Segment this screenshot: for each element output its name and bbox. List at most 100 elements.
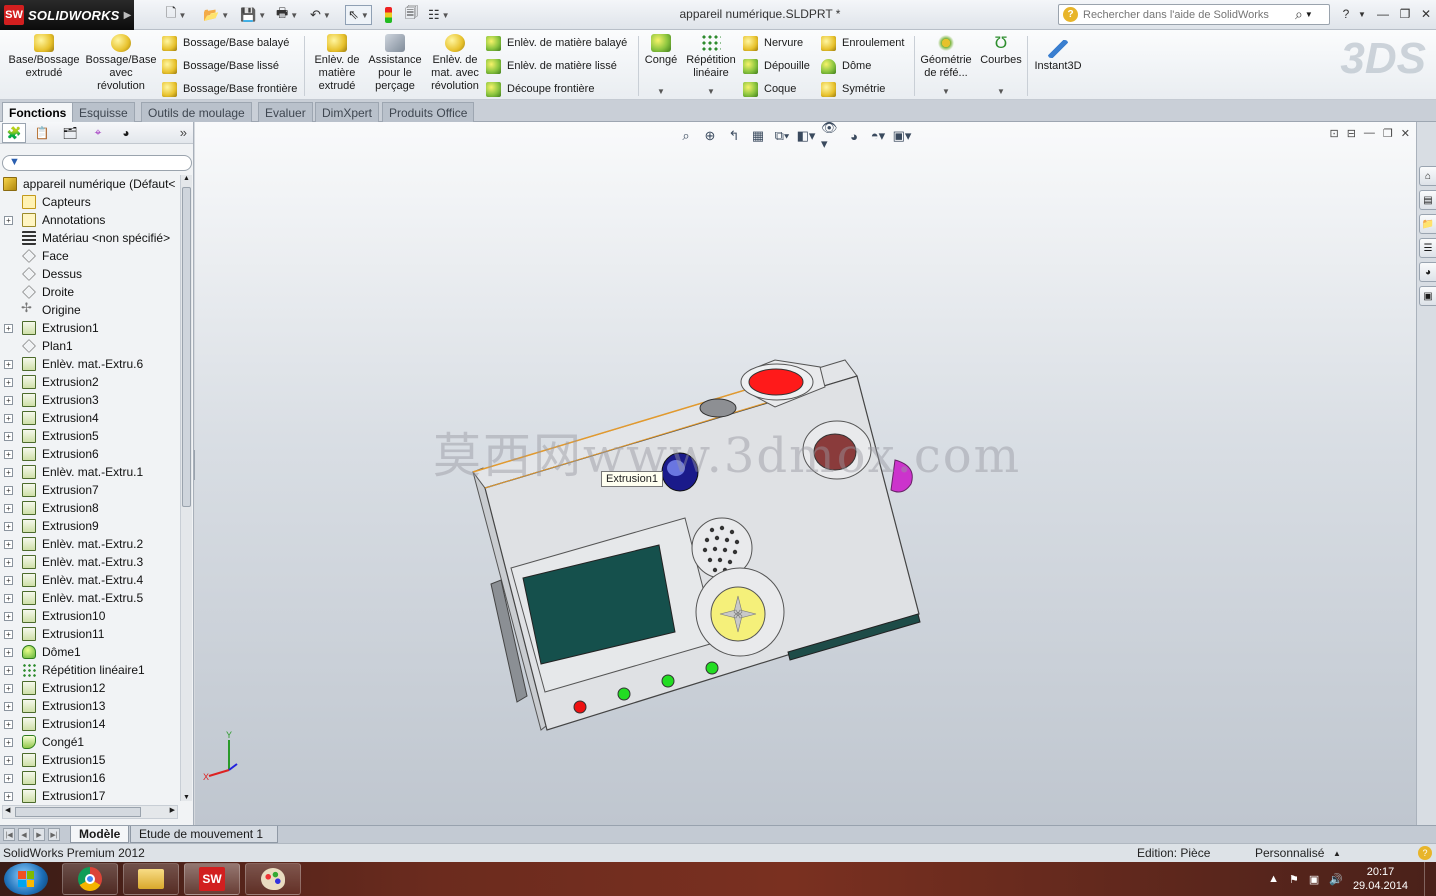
tab-fonctions[interactable]: Fonctions — [2, 102, 74, 122]
swept-boss-button[interactable]: Bossage/Base balayé — [162, 34, 289, 52]
view-palette-tab[interactable]: ☰ — [1419, 238, 1436, 258]
configuration-manager-tab[interactable]: 🗂 — [58, 123, 82, 143]
tree-item[interactable]: + Extrusion4 — [0, 409, 180, 427]
tree-item[interactable]: + Extrusion8 — [0, 499, 180, 517]
taskbar-paint[interactable] — [245, 863, 301, 895]
expand-toggle-icon[interactable]: + — [4, 701, 13, 711]
tree-item[interactable]: Capteurs — [0, 193, 180, 211]
show-desktop-button[interactable] — [1424, 862, 1436, 896]
display-manager-tab[interactable]: ◕ — [114, 123, 138, 143]
hole-wizard-button[interactable]: Assistance pour le perçage — [366, 34, 424, 93]
chevron-down-icon[interactable]: ▼ — [1305, 10, 1313, 19]
feature-tree-tab[interactable]: 🧩 — [2, 122, 26, 143]
lofted-boss-button[interactable]: Bossage/Base lissé — [162, 57, 279, 75]
revolved-cut-button[interactable]: Enlèv. de mat. avec révolution — [426, 34, 484, 93]
fillet-dropdown-icon[interactable]: ▼ — [657, 87, 665, 96]
tree-item[interactable]: Plan1 — [0, 337, 180, 355]
taskbar-solidworks[interactable]: SW — [184, 863, 240, 895]
action-center-flag-icon[interactable]: ⚑ — [1289, 873, 1299, 886]
expand-toggle-icon[interactable]: + — [4, 449, 13, 459]
tree-item[interactable]: + Extrusion10 — [0, 607, 180, 625]
dome-button[interactable]: Dôme — [821, 57, 871, 75]
expand-toggle-icon[interactable]: + — [4, 647, 13, 657]
expand-toggle-icon[interactable]: + — [4, 215, 13, 225]
reference-geometry-button[interactable]: Géométrie de réfé... — [918, 34, 974, 80]
expand-toggle-icon[interactable]: + — [4, 791, 13, 801]
unit-system[interactable]: Personnalisé — [1255, 846, 1324, 860]
expand-toggle-icon[interactable]: + — [4, 485, 13, 495]
taskbar-clock[interactable]: 20:17 29.04.2014 — [1353, 865, 1408, 893]
instant3d-button[interactable]: Instant3D — [1032, 40, 1084, 73]
help-dropdown[interactable]: ▼ — [1353, 5, 1371, 23]
tree-item[interactable]: + Extrusion15 — [0, 751, 180, 769]
open-document-button[interactable]: 📂 ▼ — [203, 5, 229, 25]
boundary-cut-button[interactable]: Découpe frontière — [486, 80, 594, 98]
tree-item[interactable]: + Extrusion7 — [0, 481, 180, 499]
print-button[interactable]: 🖶 ▼ — [276, 5, 298, 25]
network-icon[interactable]: ▣ — [1309, 873, 1319, 886]
rebuild-button[interactable] — [385, 5, 392, 25]
wrap-button[interactable]: Enroulement — [821, 34, 904, 52]
restore-button[interactable]: ❐ — [1396, 5, 1414, 23]
scrollbar-thumb[interactable] — [182, 187, 191, 507]
expand-toggle-icon[interactable]: + — [4, 413, 13, 423]
fillet-button[interactable]: Congé — [642, 34, 680, 67]
curves-button[interactable]: Ʊ Courbes — [978, 34, 1024, 67]
design-library-tab[interactable]: ▤ — [1419, 190, 1436, 210]
tree-item[interactable]: + Extrusion3 — [0, 391, 180, 409]
graphics-area[interactable]: ⌕ ⊕ ↰ ▦ ⧉▾ ◧▾ 👁▾ ◕ ◓▾ ▣▾ ⊡ ⊟ — ❐ ✕ 莫西网ww… — [195, 122, 1416, 825]
more-tabs-icon[interactable]: » — [180, 125, 187, 140]
expand-toggle-icon[interactable]: + — [4, 629, 13, 639]
rib-button[interactable]: Nervure — [743, 34, 803, 52]
dimxpert-manager-tab[interactable]: ⌖ — [86, 123, 110, 143]
expand-toggle-icon[interactable]: + — [4, 755, 13, 765]
volume-icon[interactable]: 🔊 — [1329, 873, 1343, 886]
select-button[interactable]: ⇖ ▼ — [345, 5, 372, 25]
tree-item[interactable]: + Congé1 — [0, 733, 180, 751]
tree-item[interactable]: + Enlèv. mat.-Extru.5 — [0, 589, 180, 607]
power-button[interactable] — [748, 368, 804, 396]
tree-item[interactable]: + Extrusion6 — [0, 445, 180, 463]
solidworks-resources-tab[interactable]: ⌂ — [1419, 166, 1436, 186]
tree-item[interactable]: + Extrusion16 — [0, 769, 180, 787]
reference-geometry-dropdown-icon[interactable]: ▼ — [942, 87, 950, 96]
tree-item[interactable]: Origine — [0, 300, 180, 319]
tree-item[interactable]: + Enlèv. mat.-Extru.6 — [0, 355, 180, 373]
tab-outils-de-moulage[interactable]: Outils de moulage — [141, 102, 252, 122]
save-button[interactable]: 💾 ▼ — [240, 5, 266, 25]
shell-button[interactable]: Coque — [743, 80, 796, 98]
solidworks-menu-button[interactable]: SW SOLIDWORKS ▶ — [0, 0, 134, 30]
tray-expand-icon[interactable]: ▲ — [1268, 873, 1279, 885]
tree-item[interactable]: + Extrusion9 — [0, 517, 180, 535]
tree-item[interactable]: + Enlèv. mat.-Extru.3 — [0, 553, 180, 571]
new-document-button[interactable]: 🗋 ▼ — [166, 5, 186, 25]
expand-toggle-icon[interactable]: + — [4, 431, 13, 441]
minimize-button[interactable]: — — [1374, 5, 1392, 23]
previous-tab-icon[interactable]: ◀ — [18, 828, 30, 841]
appearances-tab[interactable]: ◕ — [1419, 262, 1436, 282]
next-tab-icon[interactable]: ▶ — [33, 828, 45, 841]
tree-item[interactable]: + Extrusion11 — [0, 625, 180, 643]
tree-item[interactable]: + Extrusion1 — [0, 319, 180, 337]
file-explorer-tab[interactable]: 📁 — [1419, 214, 1436, 234]
tree-item[interactable]: + Dôme1 — [0, 643, 180, 661]
swept-cut-button[interactable]: Enlèv. de matière balayé — [486, 34, 627, 52]
tree-item[interactable]: Matériau <non spécifié> — [0, 229, 180, 247]
tree-item[interactable]: + Répétition linéaire1 — [0, 661, 180, 679]
search-icon[interactable]: ⌕ — [1295, 6, 1303, 23]
first-tab-icon[interactable]: |◀ — [3, 828, 15, 841]
tree-item[interactable]: + Enlèv. mat.-Extru.2 — [0, 535, 180, 553]
options-button[interactable]: ☷ ▼ — [428, 5, 450, 25]
help-search-input[interactable] — [1083, 8, 1293, 21]
tree-item[interactable]: + Extrusion12 — [0, 679, 180, 697]
unit-system-up-icon[interactable]: ▲ — [1333, 849, 1341, 858]
expand-toggle-icon[interactable]: + — [4, 539, 13, 549]
expand-toggle-icon[interactable]: + — [4, 323, 13, 333]
expand-toggle-icon[interactable]: + — [4, 557, 13, 567]
shutter-button[interactable] — [699, 398, 737, 418]
expand-toggle-icon[interactable]: + — [4, 719, 13, 729]
boundary-boss-button[interactable]: Bossage/Base frontière — [162, 80, 297, 98]
help-search-box[interactable]: ? ⌕ ▼ — [1058, 4, 1330, 25]
expand-toggle-icon[interactable]: + — [4, 575, 13, 585]
tree-item[interactable]: + Extrusion2 — [0, 373, 180, 391]
